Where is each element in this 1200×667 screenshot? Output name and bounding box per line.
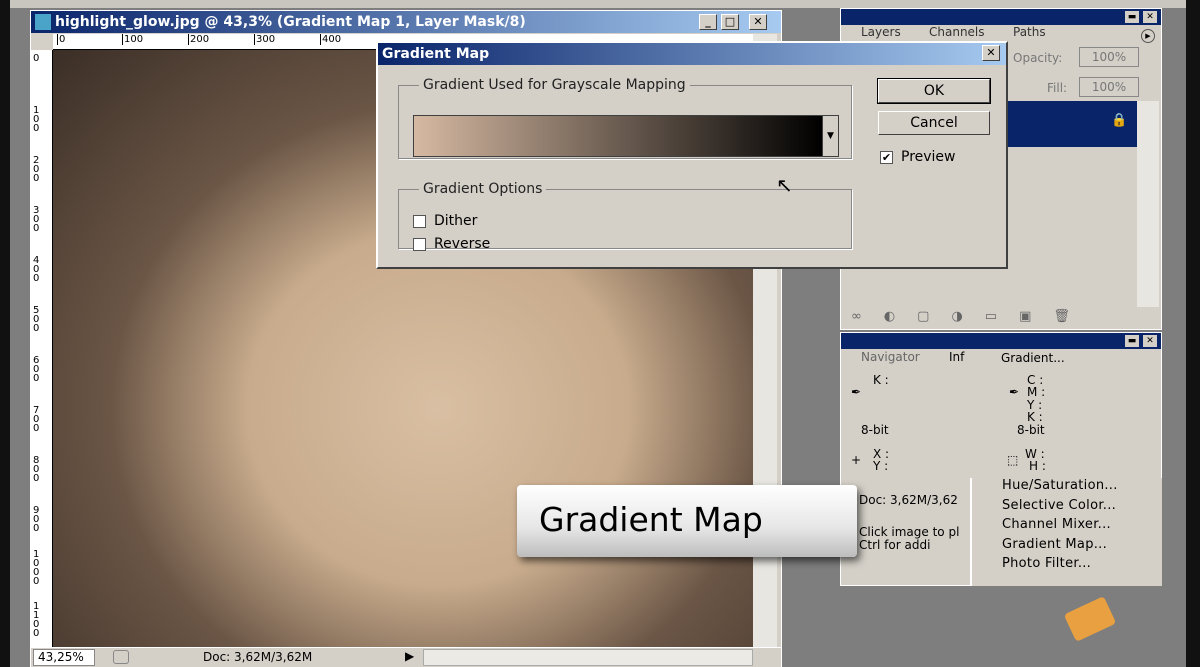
dither-label: Dither (434, 213, 478, 229)
ruler-label: 100 (122, 34, 144, 45)
status-bar: 43,25% Doc: 3,62M/3,62M ▶ (31, 647, 781, 667)
ruler-label: 1000 (33, 549, 40, 587)
gradient-group-label: Gradient Used for Grayscale Mapping (423, 77, 686, 93)
top-strip (0, 0, 1200, 8)
cancel-button[interactable]: Cancel (878, 111, 990, 135)
ruler-label: 400 (320, 34, 342, 45)
panel-close-button[interactable]: ✕ (1143, 11, 1157, 23)
tab-info[interactable]: Inf (949, 350, 964, 364)
ok-button[interactable]: OK (877, 78, 991, 104)
dialog-close-button[interactable]: ✕ (982, 45, 1000, 61)
ruler-label: 800 (33, 455, 40, 484)
tab-navigator[interactable]: Navigator (861, 350, 920, 364)
tab-layers[interactable]: Layers (861, 25, 901, 39)
adjustment-menu: Hue/Saturation... Selective Color... Cha… (970, 478, 1162, 586)
gradient-dropdown-arrow-icon[interactable]: ▼ (822, 116, 838, 156)
layers-toolbar-icons[interactable]: ∞◐▢◑▭▣🗑 (851, 309, 1141, 324)
checkbox-icon[interactable] (413, 214, 426, 228)
menu-item-gradient[interactable]: Gradient... (997, 351, 1161, 367)
checkmark-icon[interactable]: ✔ (880, 150, 893, 164)
gradient-options-label: Gradient Options (423, 181, 543, 197)
bit-depth: 8-bit (861, 423, 889, 437)
menu-item-gradient-map[interactable]: Gradient Map... (972, 537, 1162, 557)
document-title: highlight_glow.jpg @ 43,3% (Gradient Map… (55, 14, 526, 30)
ruler-label: 700 (33, 405, 40, 434)
panel-close-button[interactable]: ✕ (1143, 335, 1157, 347)
hint-text: Click image to pl (859, 525, 960, 539)
hint-text: Ctrl for addi (859, 538, 931, 552)
doc-size: Doc: 3,62M/3,62 (859, 493, 958, 507)
document-titlebar[interactable]: highlight_glow.jpg @ 43,3% (Gradient Map… (31, 11, 781, 33)
panel-menu-icon[interactable]: ▶ (1141, 29, 1155, 43)
ruler-label: 500 (33, 305, 40, 334)
fill-field[interactable]: 100% (1079, 77, 1139, 97)
menu-item-selective-color[interactable]: Selective Color... (972, 498, 1162, 518)
gradient-group: Gradient Used for Grayscale Mapping ▼ (398, 77, 852, 159)
maximize-button[interactable]: □ (721, 14, 739, 30)
m-label: M : (1027, 385, 1046, 399)
h-label: H : (1029, 459, 1046, 473)
cursor-badge-icon (1063, 596, 1117, 642)
preview-label: Preview (901, 149, 956, 165)
k-label: K : (1027, 410, 1043, 424)
opacity-field[interactable]: 100% (1079, 47, 1139, 67)
layers-scrollbar[interactable] (1137, 101, 1159, 307)
tab-paths[interactable]: Paths (1013, 25, 1046, 39)
ruler-label: 900 (33, 505, 40, 534)
dialog-titlebar[interactable]: Gradient Map (378, 43, 1006, 65)
menu-item-channel-mixer[interactable]: Channel Mixer... (972, 517, 1162, 537)
zoom-field[interactable]: 43,25% (33, 649, 95, 666)
lock-icon: 🔒 (1111, 113, 1128, 128)
panel-minimize-button[interactable]: ▬ (1125, 335, 1139, 347)
menu-item-photo-filter[interactable]: Photo Filter... (972, 556, 1162, 576)
callout-label: Gradient Map (517, 485, 857, 557)
dither-checkbox[interactable]: Dither (413, 213, 477, 229)
ruler-label: 0 (33, 53, 40, 64)
k-label: K : (873, 373, 889, 387)
document-icon (35, 14, 51, 30)
status-icon[interactable] (113, 650, 129, 664)
doc-size: Doc: 3,62M/3,62M (203, 650, 313, 664)
left-strip (0, 0, 10, 667)
ruler-label: 200 (33, 155, 40, 184)
checkbox-icon[interactable] (413, 237, 426, 251)
ruler-label: 400 (33, 255, 40, 284)
gradient-preview[interactable] (414, 116, 822, 156)
reverse-label: Reverse (434, 236, 491, 252)
selected-layer-row[interactable]: 🔒 (1001, 101, 1137, 147)
ruler-label: 100 (33, 105, 40, 134)
panel-minimize-button[interactable]: ▬ (1125, 11, 1139, 23)
gradient-picker[interactable]: ▼ (413, 115, 839, 157)
ruler-left: 0 100 200 300 400 500 600 700 800 900 10… (31, 50, 53, 647)
minimize-button[interactable]: _ (699, 14, 717, 30)
ruler-label: 600 (33, 355, 40, 384)
bit-depth: 8-bit (1017, 423, 1045, 437)
preview-checkbox[interactable]: ✔ Preview (880, 149, 956, 165)
eyedropper-icon: ✒ (1009, 385, 1020, 399)
opacity-label: Opacity: (1013, 51, 1063, 65)
gradient-map-dialog: Gradient Map ✕ Gradient Used for Graysca… (376, 41, 1008, 269)
status-menu-arrow-icon[interactable]: ▶ (405, 649, 414, 663)
ruler-label: 0 (57, 34, 66, 45)
selection-icon: ⬚ (1007, 453, 1019, 467)
close-button[interactable]: ✕ (749, 14, 767, 30)
reverse-checkbox[interactable]: Reverse (413, 236, 490, 252)
ruler-label: 1100 (33, 601, 40, 639)
ruler-label: 200 (188, 34, 210, 45)
crosshair-icon: + (851, 453, 862, 467)
y-label: Y : (873, 459, 889, 473)
right-strip (1186, 0, 1200, 667)
ruler-label: 300 (254, 34, 276, 45)
eyedropper-icon: ✒ (851, 385, 862, 399)
ruler-label: 300 (33, 205, 40, 234)
horizontal-scrollbar[interactable] (423, 649, 753, 666)
mouse-cursor-icon: ↖ (776, 173, 793, 197)
tab-channels[interactable]: Channels (929, 25, 985, 39)
fill-label: Fill: (1047, 81, 1068, 95)
menu-item-hue-saturation[interactable]: Hue/Saturation... (972, 478, 1162, 498)
